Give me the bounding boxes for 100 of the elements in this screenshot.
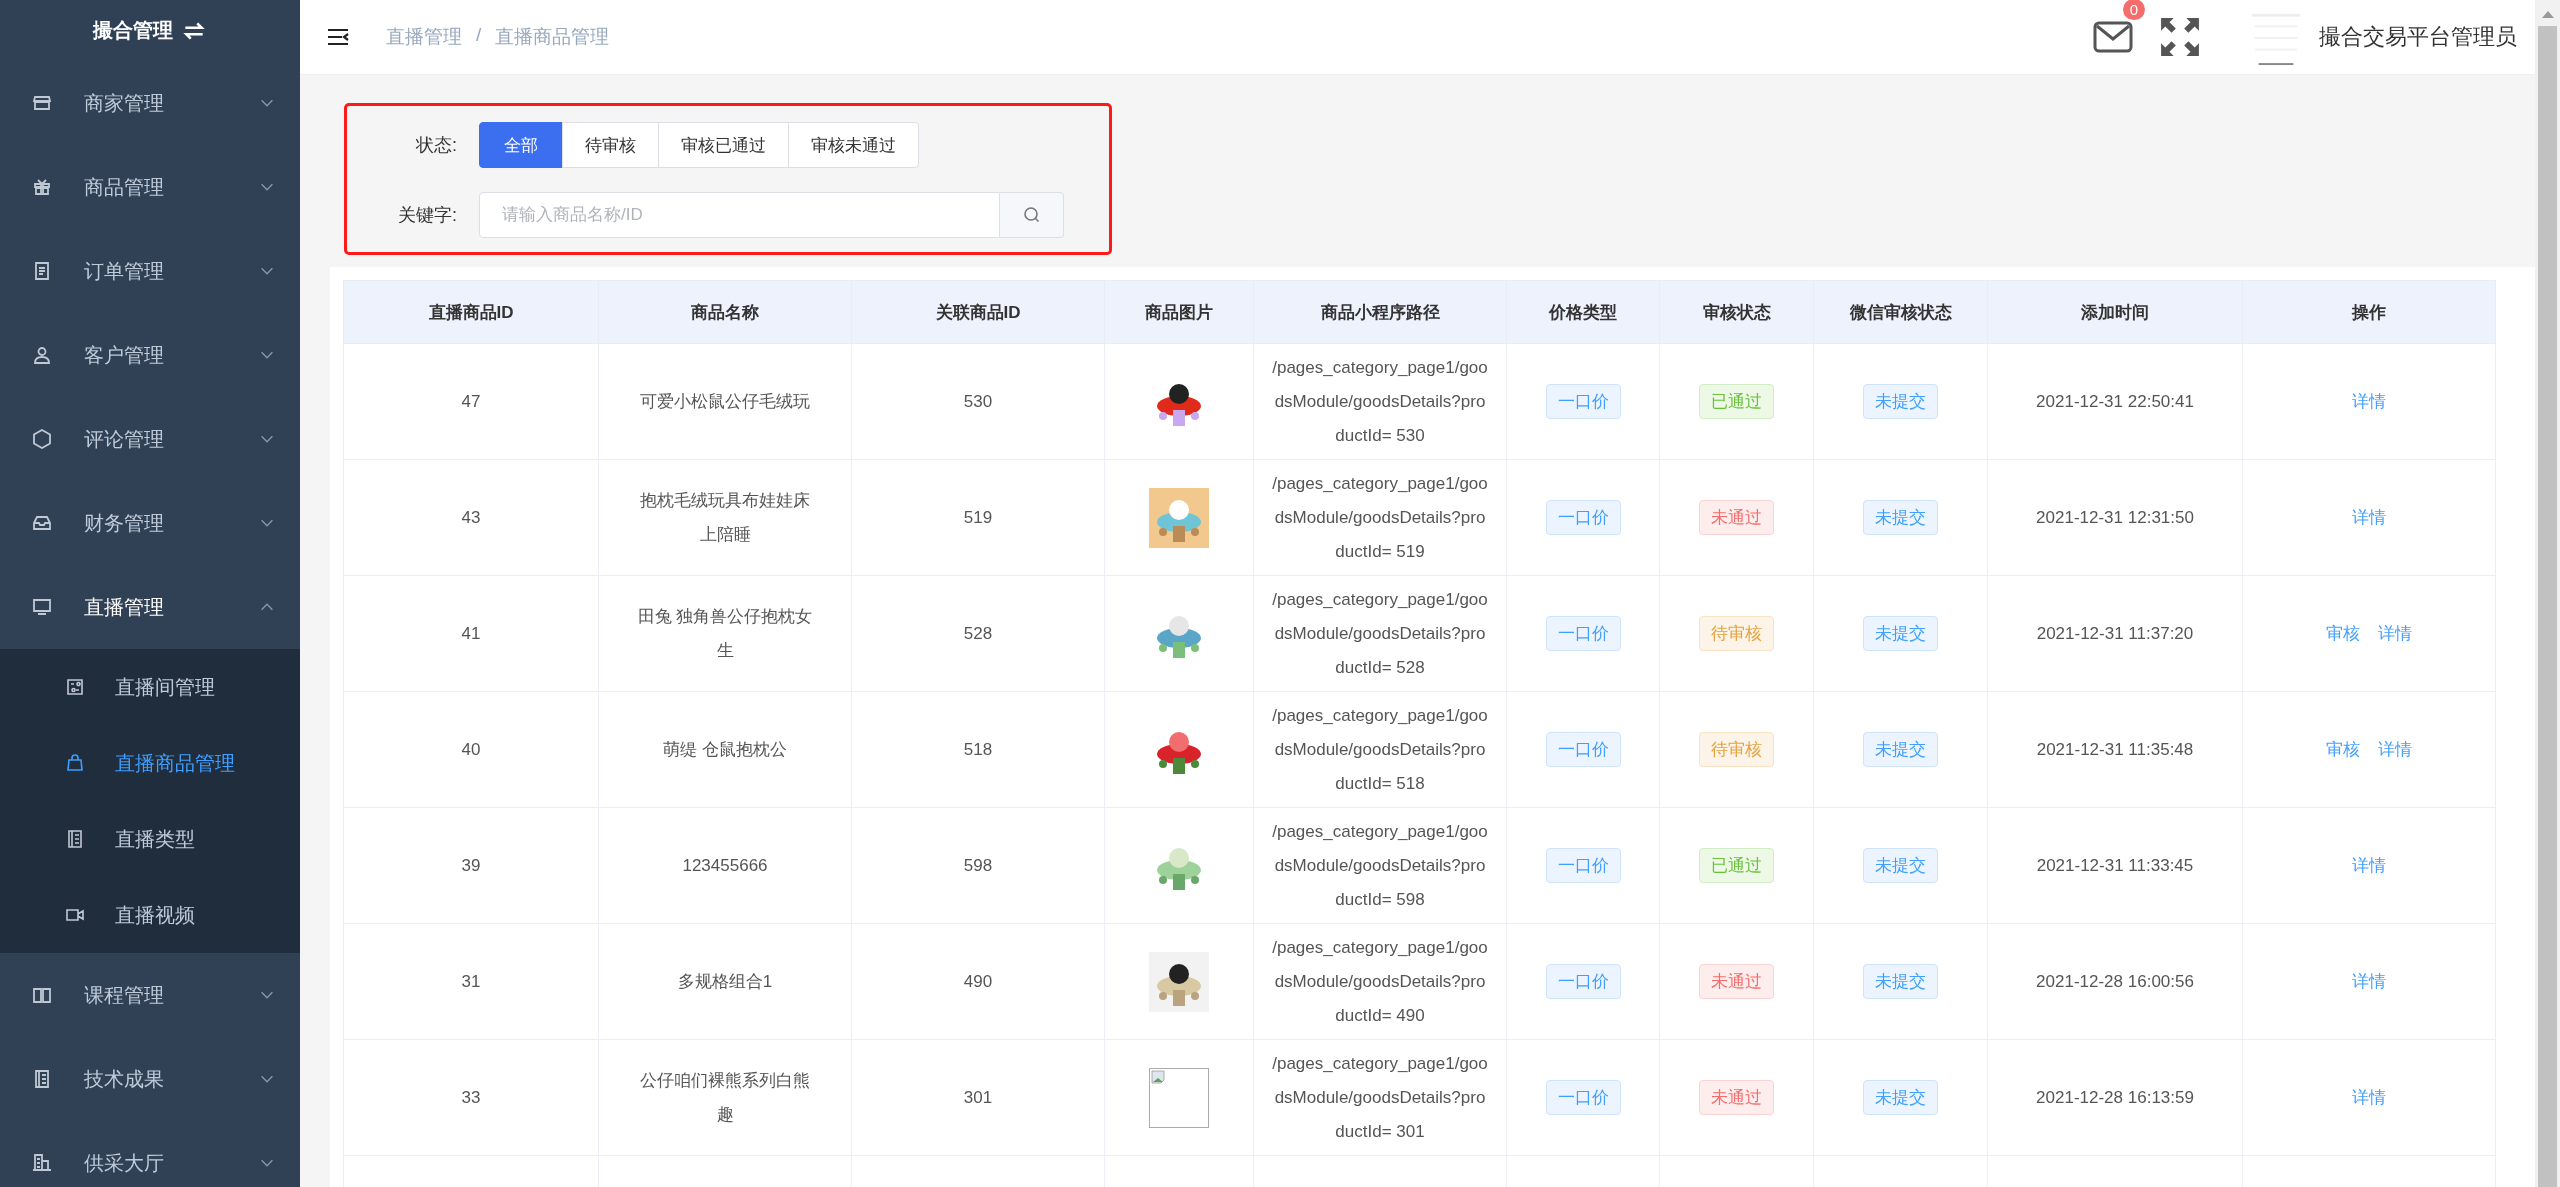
fullscreen-icon[interactable] [2159,16,2201,58]
audit-status-tag: 已通过 [1699,848,1774,883]
menu-item[interactable]: 直播管理 [0,565,300,649]
menu-item[interactable]: 课程管理 [0,953,300,1037]
table-cell: 43 [343,459,599,576]
menu-item[interactable]: 客户管理 [0,313,300,397]
table-cell: 530 [851,343,1105,460]
document-icon [32,261,52,281]
table-cell: 33 [343,1039,599,1156]
search-field[interactable]: 请输入商品名称/ID [479,192,1000,238]
submenu-item[interactable]: 直播视频 [0,877,300,953]
sidebar-title: 撮合管理 [93,18,173,43]
column-header: 商品图片 [1104,280,1254,344]
wechat-status-tag: 未提交 [1863,732,1938,767]
table-cell: 可爱小松鼠公仔毛绒玩 [598,343,852,460]
audit-status-tag: 已通过 [1699,384,1774,419]
menu-item[interactable]: 订单管理 [0,229,300,313]
wechat-status-tag: 未提交 [1863,616,1938,651]
submenu-item[interactable]: 直播商品管理 [0,725,300,801]
column-header: 价格类型 [1506,280,1660,344]
price-type-tag: 一口价 [1545,384,1621,419]
table-cell: /pages_category_page1/goodsModule/goodsDetails?productId= 518 [1253,691,1507,808]
table-cell: 123455666 [598,807,852,924]
table-cell: 多规格组合1 [598,923,852,1040]
table-cell: 2021-12-31 22:50:41 [1987,343,2243,460]
bag-icon [65,753,85,773]
column-header: 商品小程序路径 [1253,280,1507,344]
column-header: 操作 [2242,280,2496,344]
menu-item[interactable]: 财务管理 [0,481,300,565]
table-cell: 萌缇 仓鼠抱枕公 [598,691,852,808]
search-icon [1021,205,1042,225]
breadcrumb-separator: / [476,24,482,47]
audit-status-tag: 未通过 [1699,500,1774,535]
table-cell: 40 [343,691,599,808]
price-type-tag: 一口价 [1545,732,1621,767]
column-header: 关联商品ID [851,280,1105,344]
table-cell: 41 [343,575,599,692]
hexagon-icon [32,429,52,449]
column-header: 商品名称 [598,280,852,344]
status-label: 状态: [415,134,458,157]
tray-icon [32,513,52,533]
keyword-label: 关键字: [397,204,458,227]
panel-icon [65,677,85,697]
table-cell: 2021-12-31 11:35:48 [1987,691,2243,808]
menu-item[interactable]: 技术成果 [0,1037,300,1121]
building-icon [32,1153,52,1173]
menu-item[interactable]: 评论管理 [0,397,300,481]
price-type-tag: 一口价 [1545,500,1621,535]
audit-status-tag: 未通过 [1699,1080,1774,1115]
table-cell: /pages_category_page1/goodsModule/goodsDetails?productId= 598 [1253,807,1507,924]
table-cell: 2021-12-28 16:13:59 [1987,1039,2243,1156]
audit-status-tag: 未通过 [1699,964,1774,999]
menu-item[interactable]: 供采大厅 [0,1121,300,1187]
table-cell: 2021-12-31 11:33:45 [1987,807,2243,924]
price-type-tag: 一口价 [1545,848,1621,883]
menu-item[interactable]: 商品管理 [0,145,300,229]
scrollbar-thumb[interactable] [2538,26,2557,1187]
wechat-status-tag: 未提交 [1863,964,1938,999]
table-cell: /pages_category_page1/goodsModule/goodsDetails?productId= 528 [1253,575,1507,692]
wechat-status-tag: 未提交 [1863,848,1938,883]
status-tab[interactable]: 待审核 [562,122,659,168]
price-type-tag: 一口价 [1545,616,1621,651]
book-icon [32,985,52,1005]
wechat-status-tag: 未提交 [1863,384,1938,419]
user-name[interactable]: 撮合交易平台管理员 [2319,22,2517,52]
column-header: 直播商品ID [343,280,599,344]
table-cell: 490 [851,923,1105,1040]
column-header: 审核状态 [1659,280,1814,344]
table-cell: 518 [851,691,1105,808]
table-cell: 528 [851,575,1105,692]
column-header: 微信审核状态 [1813,280,1988,344]
table-cell: 598 [851,807,1105,924]
gift-icon [32,177,52,197]
status-tab[interactable]: 审核已通过 [658,122,789,168]
wechat-status-tag: 未提交 [1863,500,1938,535]
table-cell: 田兔 独角兽公仔抱枕女生 [598,575,852,692]
status-tab[interactable]: 全部 [479,122,563,168]
wechat-status-tag: 未提交 [1863,1080,1938,1115]
column-header: 添加时间 [1987,280,2243,344]
audit-status-tag: 待审核 [1699,732,1774,767]
table-cell: /pages_category_page1/goodsModule/goodsDetails?productId= 490 [1253,923,1507,1040]
table-cell: /pages_category_page1/goodsModule/goodsDetails?productId= 519 [1253,459,1507,576]
table-cell: /pages_category_page1/goodsModule/goodsDetails?productId= 301 [1253,1039,1507,1156]
submenu-item[interactable]: 直播类型 [0,801,300,877]
table-cell: /pages_category_page1/goodsModule/goodsDetails?productId= 530 [1253,343,1507,460]
table-cell: 2021-12-31 12:31:50 [1987,459,2243,576]
list-icon [65,829,85,849]
price-type-tag: 一口价 [1545,964,1621,999]
table-cell: 31 [343,923,599,1040]
scrollbar[interactable] [2535,0,2560,1187]
mail-icon[interactable] [2093,21,2133,53]
person-icon [32,345,52,365]
status-tab[interactable]: 审核未通过 [788,122,919,168]
store-icon [32,93,52,113]
table-cell: 2021-12-28 16:00:56 [1987,923,2243,1040]
submenu-item[interactable]: 直播间管理 [0,649,300,725]
menu-item[interactable]: 商家管理 [0,61,300,145]
price-type-tag: 一口价 [1545,1080,1621,1115]
table-cell: 519 [851,459,1105,576]
table-cell: 301 [851,1039,1105,1156]
